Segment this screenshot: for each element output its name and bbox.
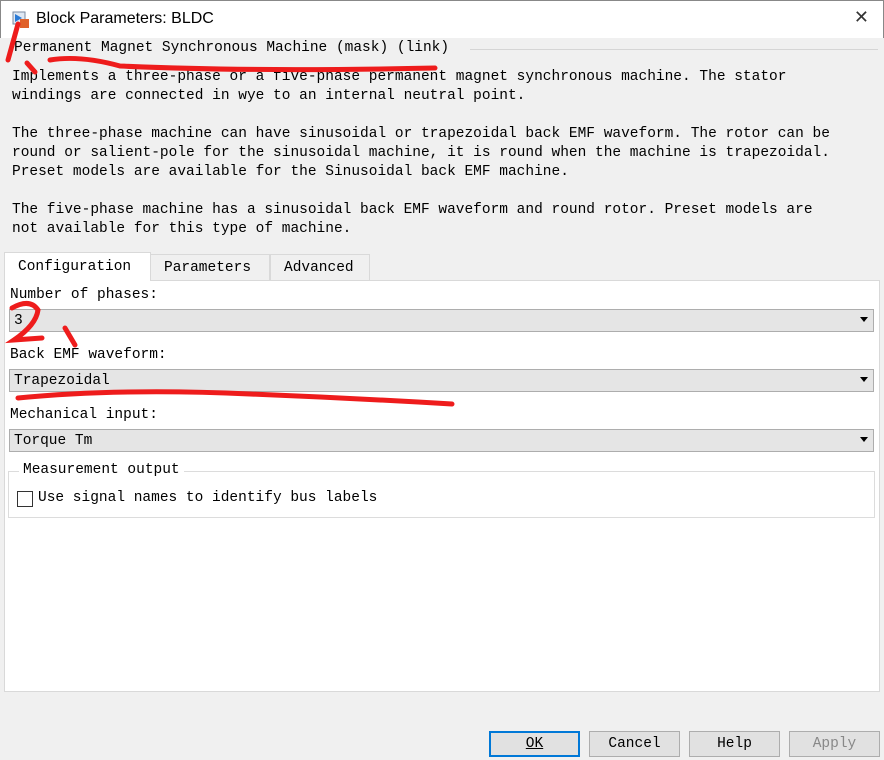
signal-names-checkbox[interactable] [17,491,33,507]
mech-input-dropdown[interactable]: Torque Tm [9,429,874,452]
chevron-down-icon [860,377,868,382]
phases-dropdown[interactable]: 3 [9,309,874,332]
ok-label: OK [525,736,544,752]
description-paragraph: The five-phase machine has a sinusoidal … [12,202,813,237]
measurement-group: Measurement output Use signal names to i… [8,462,875,518]
waveform-label: Back EMF waveform: [10,347,167,363]
ok-button[interactable]: OK [489,731,580,757]
window-title: Block Parameters: BLDC [36,10,214,27]
description-paragraph: The three-phase machine can have sinusoi… [12,126,830,180]
phases-value: 3 [14,313,23,329]
divider [470,49,878,50]
title-bar: Block Parameters: BLDC ✕ [0,0,884,38]
chevron-down-icon [860,437,868,442]
phases-label: Number of phases: [10,287,158,303]
tab-configuration[interactable]: Configuration [4,252,151,281]
signal-names-label[interactable]: Use signal names to identify bus labels [38,490,377,506]
description-paragraph: Implements a three-phase or a five-phase… [12,69,787,104]
help-button[interactable]: Help [689,731,780,757]
cancel-button[interactable]: Cancel [589,731,680,757]
simulink-block-icon [12,11,29,28]
apply-button[interactable]: Apply [789,731,880,757]
configuration-panel: Number of phases: 3 Back EMF waveform: T… [4,280,880,692]
chevron-down-icon [860,317,868,322]
mech-input-value: Torque Tm [14,433,93,449]
waveform-dropdown[interactable]: Trapezoidal [9,369,874,392]
mask-description: Implements a three-phase or a five-phase… [12,68,882,258]
close-icon[interactable]: ✕ [854,7,869,28]
tab-advanced[interactable]: Advanced [270,254,370,280]
mech-input-label: Mechanical input: [10,407,158,423]
tab-parameters[interactable]: Parameters [150,254,270,280]
waveform-value: Trapezoidal [14,373,110,389]
mask-group-title: Permanent Magnet Synchronous Machine (ma… [14,40,454,56]
measurement-title: Measurement output [19,462,184,478]
